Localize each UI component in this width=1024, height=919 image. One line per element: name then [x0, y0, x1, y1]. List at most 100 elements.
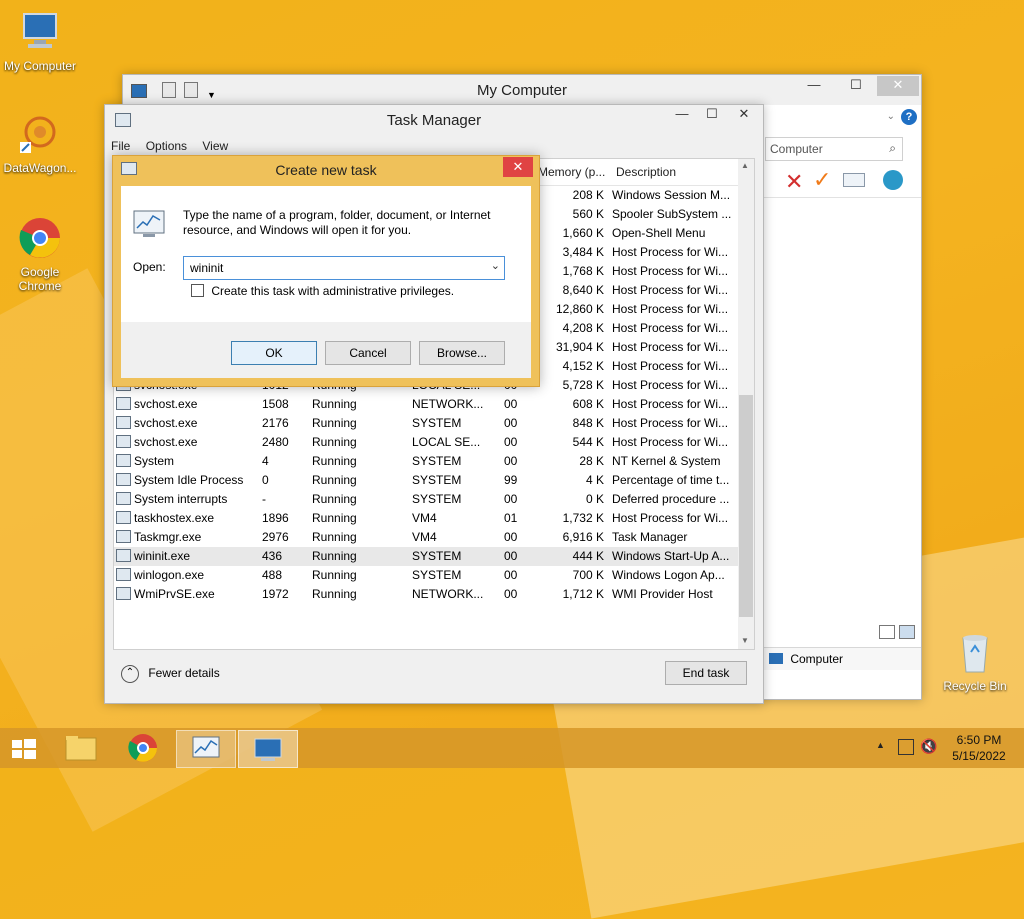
clock[interactable]: 6:50 PM 5/15/2022 [944, 732, 1014, 764]
cell-text: Percentage of time t... [612, 473, 730, 487]
clock-time: 6:50 PM [956, 733, 1002, 747]
cell-desc: Spooler SubSystem ... [612, 205, 734, 224]
cell-pid: 1972 [262, 585, 310, 604]
network-icon[interactable] [898, 739, 914, 755]
cell-text: Running [312, 587, 357, 601]
table-row[interactable]: System 4 Running SYSTEM 00 28 K NT Kernel & Sy… [114, 452, 738, 471]
volume-muted-icon[interactable]: 🔇 [920, 738, 937, 755]
taskbar-chrome[interactable] [114, 730, 172, 766]
table-row[interactable]: svchost.exe 1508 Running NETWORK... 00 608 K H… [114, 395, 738, 414]
fewer-details-button[interactable]: ⌃ Fewer details [121, 663, 220, 683]
computer-icon [23, 13, 57, 48]
cell-mem: 608 K [538, 395, 604, 414]
taskbar-my-computer[interactable] [238, 730, 298, 768]
ok-button[interactable]: OK [231, 341, 317, 365]
open-input[interactable]: wininit [190, 261, 223, 275]
end-task-button[interactable]: End task [665, 661, 747, 685]
close-button[interactable]: ✕ [503, 157, 533, 177]
cell-text: 4,152 K [562, 359, 604, 373]
desktop-icon-google-chrome[interactable]: Google Chrome [0, 216, 80, 293]
start-button[interactable] [10, 738, 38, 760]
scroll-down-arrow[interactable]: ▼ [741, 636, 749, 645]
taskbar-file-explorer[interactable] [52, 730, 110, 766]
menu-file[interactable]: File [105, 136, 136, 156]
minimize-button[interactable]: — [793, 76, 835, 96]
minimize-button[interactable]: — [667, 105, 697, 125]
column-header-memory[interactable]: Memory (p... [538, 159, 605, 185]
checkmark-icon[interactable]: ✓ [813, 167, 831, 193]
cell-mem: 700 K [538, 566, 604, 585]
cell-text: SYSTEM [412, 568, 462, 582]
help-icon[interactable]: ? [901, 109, 917, 125]
menu-view[interactable]: View [196, 136, 234, 156]
maximize-button[interactable]: ☐ [835, 76, 877, 96]
cell-text: 12,860 K [555, 302, 604, 316]
table-row[interactable]: WmiPrvSE.exe 1972 Running NETWORK... 00 1,712… [114, 585, 738, 604]
table-row[interactable]: System interrupts - Running SYSTEM 00 0 K Defe… [114, 490, 738, 509]
show-hidden-icons-icon[interactable]: ▲ [876, 740, 885, 750]
taskbar-task-manager[interactable] [176, 730, 236, 768]
cell-pid: 1508 [262, 395, 310, 414]
admin-checkbox-row[interactable]: Create this task with administrative pri… [191, 284, 454, 298]
cell-text: taskhostex.exe [134, 511, 215, 525]
column-header-description[interactable]: Description [616, 159, 676, 185]
cell-text: 28 K [579, 454, 604, 468]
admin-checkbox[interactable] [191, 284, 204, 297]
cell-text: 00 [504, 568, 518, 582]
scroll-up-arrow[interactable]: ▲ [741, 161, 749, 170]
rename-icon[interactable] [843, 173, 865, 187]
cell-status: Running [312, 471, 410, 490]
cell-name: System [116, 452, 258, 471]
cancel-button[interactable]: Cancel [325, 341, 411, 365]
menu-options[interactable]: Options [140, 136, 193, 156]
cell-text: Host Process for Wi... [612, 321, 729, 335]
globe-icon[interactable] [883, 170, 903, 190]
cell-mem: 1,712 K [538, 585, 604, 604]
table-row[interactable]: svchost.exe 2176 Running SYSTEM 00 848 K Host … [114, 414, 738, 433]
table-row[interactable]: Taskmgr.exe 2976 Running VM4 00 6,916 K Task M… [114, 528, 738, 547]
process-icon [116, 492, 131, 505]
table-row[interactable]: taskhostex.exe 1896 Running VM4 01 1,732 K Hos… [114, 509, 738, 528]
cell-mem: 12,860 K [538, 300, 604, 319]
open-combobox[interactable]: wininit ⌄ [183, 256, 505, 280]
delete-icon[interactable]: ✕ [785, 169, 803, 195]
desktop-icon-recycle-bin[interactable]: Recycle Bin [935, 630, 1015, 693]
desktop-icon-datawagon[interactable]: DataWagon... [0, 112, 80, 175]
create-new-task-dialog[interactable]: Create new task ✕ Type the name of a pro… [112, 155, 540, 387]
cell-text: System Idle Process [134, 473, 244, 487]
close-button[interactable]: ✕ [877, 76, 919, 96]
table-row[interactable]: wininit.exe 436 Running SYSTEM 00 444 K Window… [114, 547, 738, 566]
table-row[interactable]: svchost.exe 2480 Running LOCAL SE... 00 544 K… [114, 433, 738, 452]
cell-text: Running [312, 473, 357, 487]
cell-text: 00 [504, 530, 518, 544]
table-row[interactable]: System Idle Process 0 Running SYSTEM 99 4 K Pe… [114, 471, 738, 490]
vertical-scrollbar[interactable]: ▲ ▼ [738, 159, 754, 649]
cell-desc: Host Process for Wi... [612, 319, 734, 338]
status-bar: Computer [763, 647, 921, 670]
large-icons-view-icon[interactable] [899, 625, 915, 639]
table-row[interactable]: winlogon.exe 488 Running SYSTEM 00 700 K Windo… [114, 566, 738, 585]
cell-text: 2176 [262, 416, 289, 430]
chevron-down-icon[interactable]: ⌄ [887, 111, 895, 122]
cell-text: 208 K [572, 188, 604, 202]
cell-cpu: 00 [504, 395, 534, 414]
cell-text: 00 [504, 397, 518, 411]
cell-text: 2976 [262, 530, 289, 544]
details-view-icon[interactable] [879, 625, 895, 639]
scrollbar-thumb[interactable] [739, 395, 753, 617]
dialog-content: Type the name of a program, folder, docu… [121, 186, 531, 322]
my-computer-titlebar[interactable]: ▼ My Computer — ☐ ✕ [123, 75, 921, 105]
chevron-down-icon[interactable]: ⌄ [491, 259, 500, 272]
cell-text: 544 K [572, 435, 604, 449]
cell-text: WmiPrvSE.exe [134, 587, 215, 601]
desktop-icon-my-computer[interactable]: My Computer [0, 10, 80, 73]
search-input[interactable]: Computer ⌕ [765, 137, 903, 161]
cell-mem: 6,916 K [538, 528, 604, 547]
browse-button[interactable]: Browse... [419, 341, 505, 365]
cell-text: SYSTEM [412, 454, 462, 468]
task-manager-titlebar[interactable]: Task Manager — ☐ ✕ [105, 105, 763, 135]
admin-checkbox-label: Create this task with administrative pri… [211, 284, 455, 298]
menu-bar: File Options View [105, 136, 763, 156]
close-button[interactable]: ✕ [729, 105, 759, 125]
maximize-button[interactable]: ☐ [697, 105, 727, 125]
